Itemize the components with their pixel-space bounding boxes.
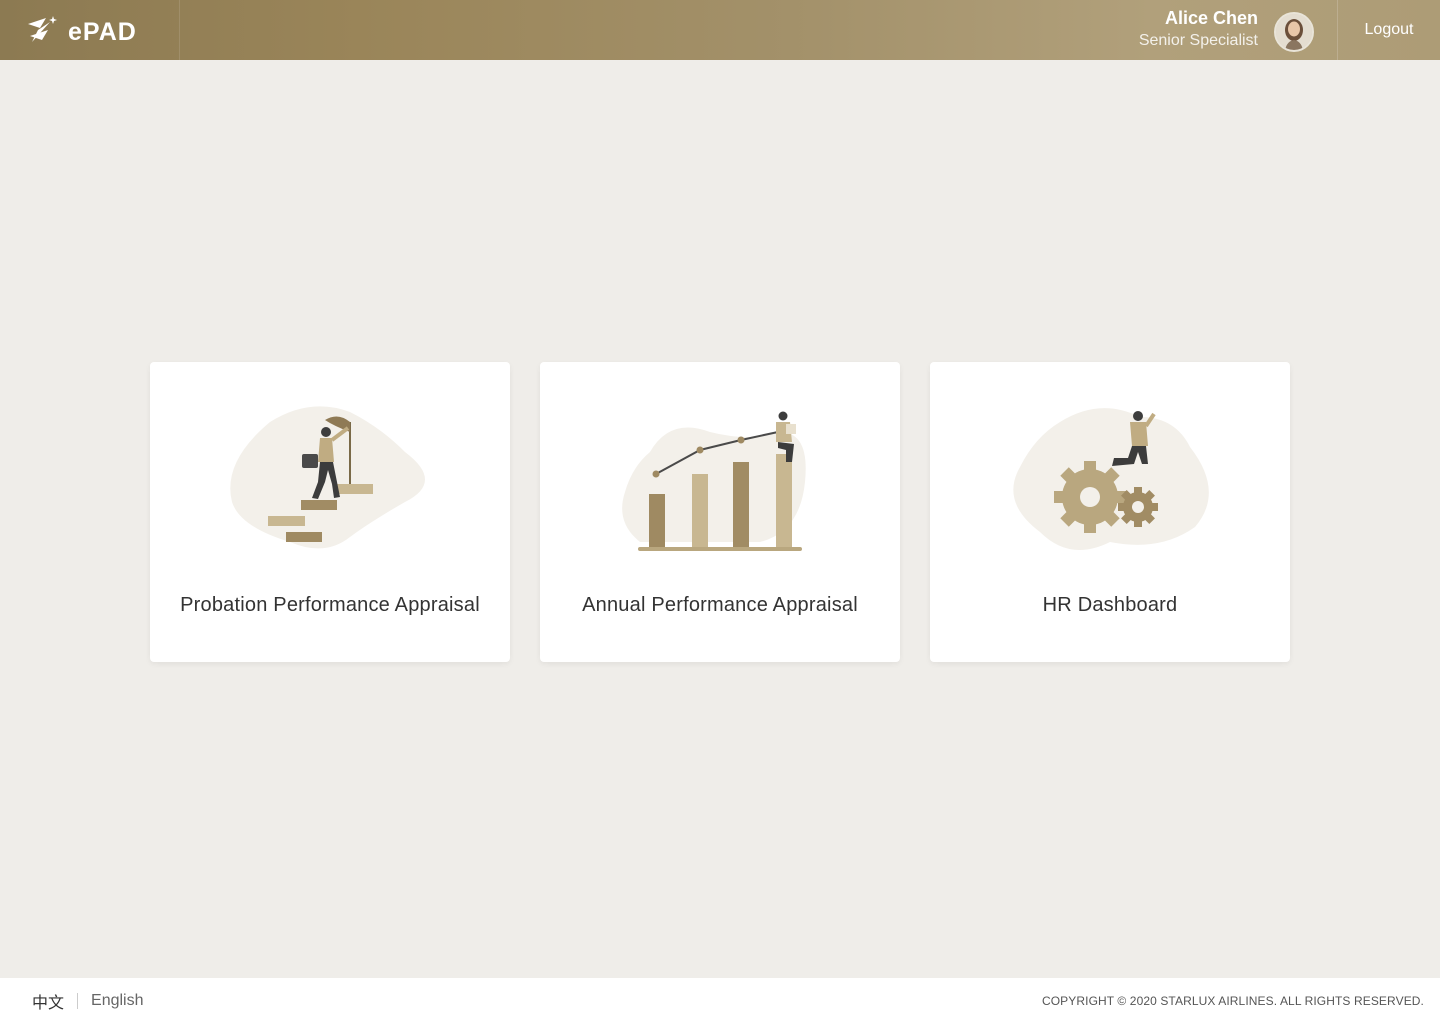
lang-option-zh[interactable]: 中文 [32, 989, 64, 1013]
logo-text: ePAD [68, 17, 137, 46]
user-avatar-icon [1276, 14, 1312, 50]
lang-option-en[interactable]: English [91, 992, 143, 1010]
climbing-stairs-flag-illustration [230, 406, 425, 549]
large-gear [1054, 461, 1126, 533]
small-gear [1118, 487, 1158, 527]
language-switcher: 中文 English [32, 978, 144, 1024]
growth-bar-chart-illustration [622, 411, 806, 551]
logo[interactable]: ePAD [0, 0, 180, 60]
module-cards: Probation Performance Appraisal Annual P… [150, 362, 1290, 662]
starlux-logo-icon [28, 16, 57, 42]
user-info: Alice Chen Senior Specialist [1139, 0, 1258, 60]
card-hr-dashboard[interactable]: HR Dashboard [930, 362, 1290, 662]
footer: 中文 English COPYRIGHT © 2020 STARLUX AIRL… [0, 978, 1440, 1024]
copyright-text: COPYRIGHT © 2020 STARLUX AIRLINES. ALL R… [1041, 994, 1424, 1008]
logout-button[interactable]: Logout [1338, 0, 1440, 60]
card-annual-appraisal[interactable]: Annual Performance Appraisal [540, 362, 900, 662]
user-name: Alice Chen [1164, 8, 1258, 28]
card-probation-appraisal[interactable]: Probation Performance Appraisal [150, 362, 510, 662]
card-title: Probation Performance Appraisal [180, 594, 480, 616]
lang-divider [77, 993, 79, 1009]
avatar[interactable] [1274, 12, 1314, 52]
top-header: ePAD Alice Chen Senior Specialist Logout [0, 0, 1440, 60]
card-title: Annual Performance Appraisal [582, 594, 858, 616]
user-role: Senior Specialist [1138, 32, 1258, 49]
card-title: HR Dashboard [1042, 594, 1178, 616]
gears-person-illustration [1013, 408, 1209, 550]
